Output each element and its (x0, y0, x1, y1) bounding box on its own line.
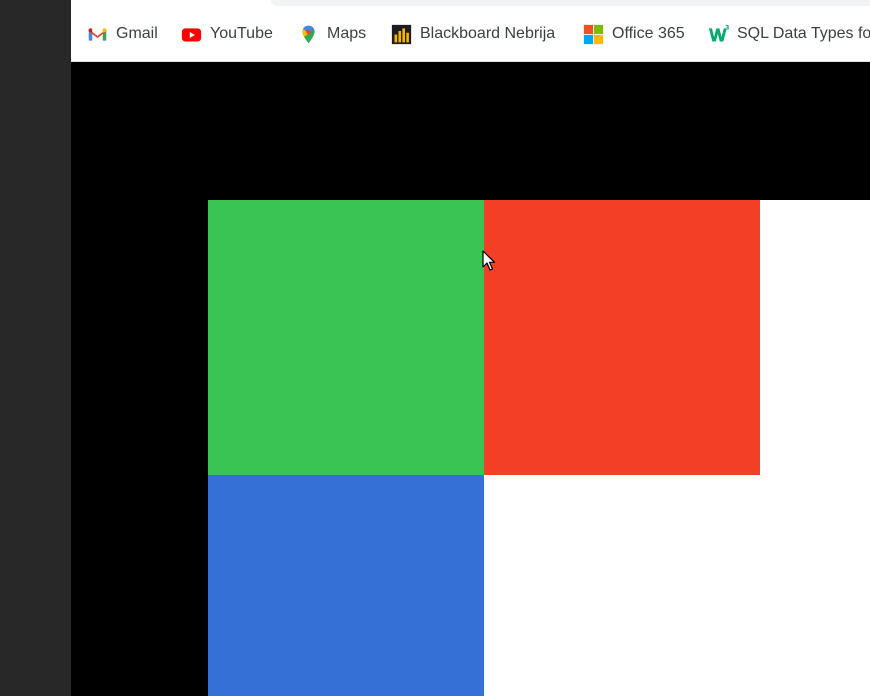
green-tile[interactable] (208, 200, 484, 475)
bookmark-office-365[interactable]: Office 365 (583, 21, 685, 47)
svg-text:3: 3 (725, 24, 729, 31)
w3schools-icon: 3 (708, 24, 729, 41)
address-bar-edge (271, 0, 870, 6)
bookmark-youtube[interactable]: YouTube (181, 21, 273, 47)
blackboard-icon (391, 24, 412, 44)
bookmark-gmail[interactable]: Gmail (87, 21, 158, 47)
maps-icon (302, 25, 315, 43)
blue-tile[interactable] (208, 475, 484, 696)
youtube-icon (181, 27, 202, 41)
bookmark-label: Office 365 (612, 25, 685, 42)
browser-window: Gmail YouTube Maps Blackboard Nebrija Of… (71, 0, 870, 696)
bookmark-label: Maps (327, 25, 367, 42)
left-dark-panel (0, 0, 71, 696)
bookmarks-bar: Gmail YouTube Maps Blackboard Nebrija Of… (71, 0, 870, 62)
page-content (71, 62, 870, 696)
gmail-icon (88, 27, 107, 41)
white-tile-bottom[interactable] (484, 475, 870, 696)
bookmark-label: YouTube (210, 25, 273, 42)
mouse-cursor-icon (482, 250, 496, 271)
bookmark-label: Blackboard Nebrija (420, 25, 556, 42)
bookmark-label: SQL Data Types fo (737, 25, 870, 42)
bookmark-sql-data-types[interactable]: 3 SQL Data Types fo (708, 21, 870, 47)
white-tile-right[interactable] (760, 200, 870, 475)
red-tile[interactable] (484, 200, 760, 475)
bookmark-maps[interactable]: Maps (298, 21, 366, 47)
bookmark-label: Gmail (116, 25, 158, 42)
bookmark-blackboard-nebrija[interactable]: Blackboard Nebrija (391, 21, 555, 47)
office-icon (583, 24, 604, 44)
